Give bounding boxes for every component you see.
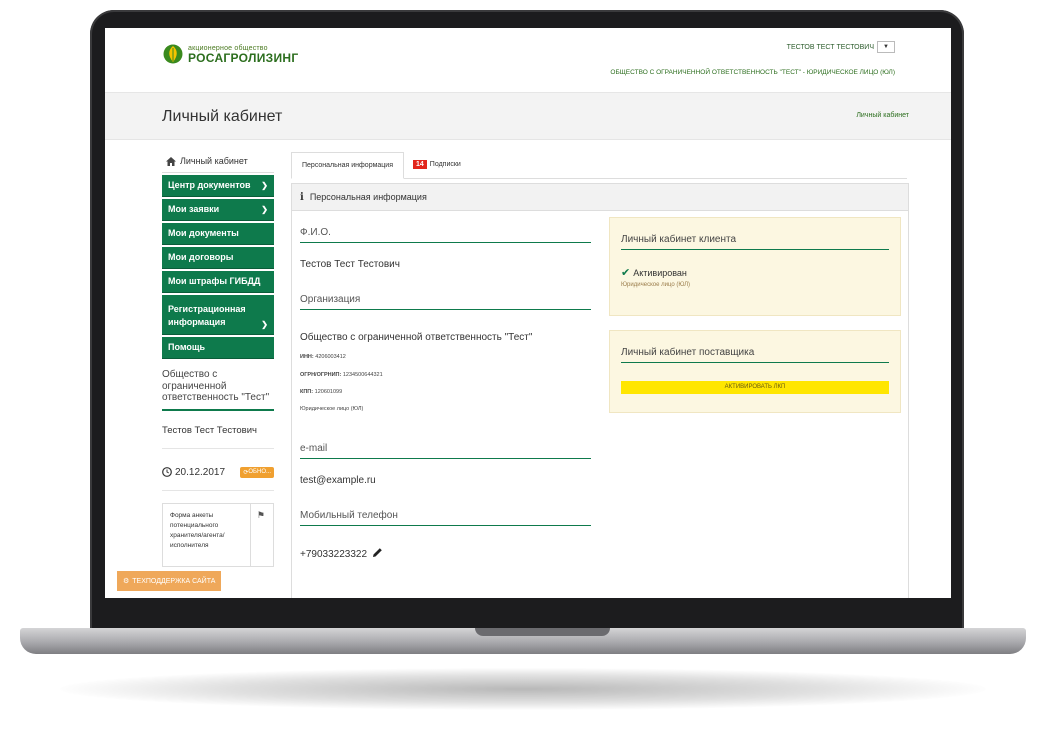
client-status-label: Активирован [633, 267, 687, 278]
sidebar-item-my-requests[interactable]: Мои заявки ❯ [162, 199, 274, 221]
organization-label: Организация [300, 294, 591, 310]
tech-support-button[interactable]: ⚙ ТЕХПОДДЕРЖКА САЙТА [117, 571, 222, 591]
questionnaire-form-text: Форма анкеты потенциального хранителя/аг… [170, 511, 225, 549]
sidebar-item-help[interactable]: Помощь [162, 337, 274, 359]
breadcrumb[interactable]: Личный кабинет [856, 112, 909, 119]
chevron-down-icon: ❯ [261, 181, 268, 190]
sidebar-item-my-contracts[interactable]: Мои договоры [162, 247, 274, 269]
laptop-notch [475, 628, 610, 636]
phone-row: +79033223322 [300, 547, 383, 560]
tab-label: Подписки [429, 161, 461, 168]
info-icon: i [300, 191, 304, 203]
browser-screen: акционерное общество РОСАГРОЛИЗИНГ ТЕСТО… [105, 28, 951, 598]
sidebar-item-label: Мои заявки [168, 203, 220, 214]
laptop-shadow [60, 668, 986, 710]
ogrn-label: ОГРН/ОГРНИП: [300, 372, 342, 378]
pencil-icon[interactable] [372, 547, 383, 558]
supplier-cabinet-card: Личный кабинет поставщика АКТИВИРОВАТЬ Л… [609, 330, 901, 413]
sidebar-item-traffic-fines[interactable]: Мои штрафы ГИБДД [162, 271, 274, 293]
logo-title: РОСАГРОЛИЗИНГ [188, 50, 299, 65]
kpp-label: КПП: [300, 389, 314, 395]
sidebar-home-link[interactable]: Личный кабинет [162, 150, 274, 173]
date-value: 20.12.2017 [175, 466, 226, 478]
title-bar: Личный кабинет Личный кабинет [105, 93, 951, 140]
sidebar-organization: Общество с ограниченной ответственность … [162, 369, 274, 411]
user-menu[interactable]: ТЕСТОВ ТЕСТ ТЕСТОВИЧ ▼ [787, 41, 895, 53]
leaf-logo-icon [163, 44, 183, 64]
client-cabinet-title: Личный кабинет клиента [621, 234, 889, 250]
panel-title: Персональная информация [309, 192, 427, 202]
questionnaire-form-link[interactable]: Форма анкеты потенциального хранителя/аг… [162, 502, 274, 567]
phone-label: Мобильный телефон [300, 510, 591, 526]
date-row: 20.12.2017 ⟳ ОБНО... [162, 466, 274, 491]
sidebar-item-registration-info[interactable]: Регистрационная информация ❯ [162, 295, 274, 335]
supplier-cabinet-title: Личный кабинет поставщика [621, 347, 889, 363]
checkmark-icon: ✔ [621, 267, 631, 279]
ogrn-value: 1234500644321 [342, 372, 383, 378]
phone-value: +79033223322 [300, 549, 368, 560]
sidebar-item-label: Мои договоры [168, 251, 234, 262]
activate-supplier-cabinet-button[interactable]: АКТИВИРОВАТЬ ЛКП [621, 381, 889, 394]
sidebar-user-name: Тестов Тест Тестович [162, 425, 274, 449]
entity-type: Юридическое лицо (ЮЛ) [300, 406, 364, 412]
client-cabinet-card: Личный кабинет клиента ✔ Активирован Юри… [609, 217, 901, 316]
site-header: акционерное общество РОСАГРОЛИЗИНГ ТЕСТО… [105, 28, 951, 93]
personal-info-panel: i Персональная информация Ф.И.О. Тестов … [291, 183, 909, 598]
tab-subscriptions[interactable]: 14 Подписки [403, 152, 471, 177]
email-label: e-mail [300, 443, 591, 459]
kpp-value: 120601099 [314, 389, 343, 395]
company-logo[interactable]: акционерное общество РОСАГРОЛИЗИНГ [163, 44, 298, 64]
fio-label: Ф.И.О. [300, 227, 591, 243]
home-icon [166, 156, 176, 166]
current-organization: ОБЩЕСТВО С ОГРАНИЧЕННОЙ ОТВЕТСТВЕННОСТЬ … [610, 69, 895, 76]
form-divider [250, 503, 251, 566]
flag-icon[interactable]: ⚑ [257, 510, 265, 521]
subscriptions-count-badge: 14 [413, 160, 427, 169]
sidebar: Личный кабинет Центр документов ❯ Мои за… [162, 150, 274, 567]
sidebar-item-label: Мои штрафы ГИБДД [168, 275, 261, 286]
page-title: Личный кабинет [162, 108, 283, 125]
sidebar-home-label: Личный кабинет [180, 156, 248, 166]
tech-support-label: ТЕХПОДДЕРЖКА САЙТА [132, 577, 216, 585]
clock-icon [162, 467, 172, 477]
email-value: test@example.ru [300, 475, 376, 486]
refresh-label: ОБНО... [248, 469, 271, 475]
sidebar-item-label: Помощь [168, 341, 206, 352]
tab-label: Персональная информация [302, 162, 394, 169]
client-status-subtext: Юридическое лицо (ЮЛ) [621, 282, 691, 288]
client-status: ✔ Активирован [621, 266, 687, 279]
inn-value: 4206003412 [315, 354, 346, 360]
chevron-down-icon: ❯ [261, 320, 268, 329]
panel-header: i Персональная информация [292, 184, 908, 211]
inn-label: ИНН: [300, 354, 314, 360]
sidebar-item-label: Регистрационная информация [168, 303, 246, 327]
fio-value: Тестов Тест Тестович [300, 259, 400, 270]
organization-value: Общество с ограниченной ответственность … [300, 332, 533, 343]
current-date: 20.12.2017 [162, 467, 225, 478]
inn-line: ИНН: 4206003412 [300, 354, 346, 360]
kpp-line: КПП: 120601099 [300, 389, 342, 395]
refresh-button[interactable]: ⟳ ОБНО... [240, 466, 274, 478]
sidebar-item-label: Центр документов [168, 179, 251, 190]
laptop-base [20, 628, 1026, 654]
sidebar-item-my-documents[interactable]: Мои документы [162, 223, 274, 245]
chevron-down-icon: ❯ [261, 205, 268, 214]
tab-personal-info[interactable]: Персональная информация [291, 152, 405, 179]
user-name: ТЕСТОВ ТЕСТ ТЕСТОВИЧ [786, 43, 874, 51]
gear-icon: ⚙ [123, 578, 130, 585]
ogrn-line: ОГРН/ОГРНИП: 1234500644321 [300, 372, 383, 378]
caret-down-icon[interactable]: ▼ [877, 41, 895, 53]
tab-bar: Персональная информация 14 Подписки [291, 152, 907, 179]
sidebar-item-documents-center[interactable]: Центр документов ❯ [162, 175, 274, 197]
sidebar-item-label: Мои документы [168, 227, 239, 238]
